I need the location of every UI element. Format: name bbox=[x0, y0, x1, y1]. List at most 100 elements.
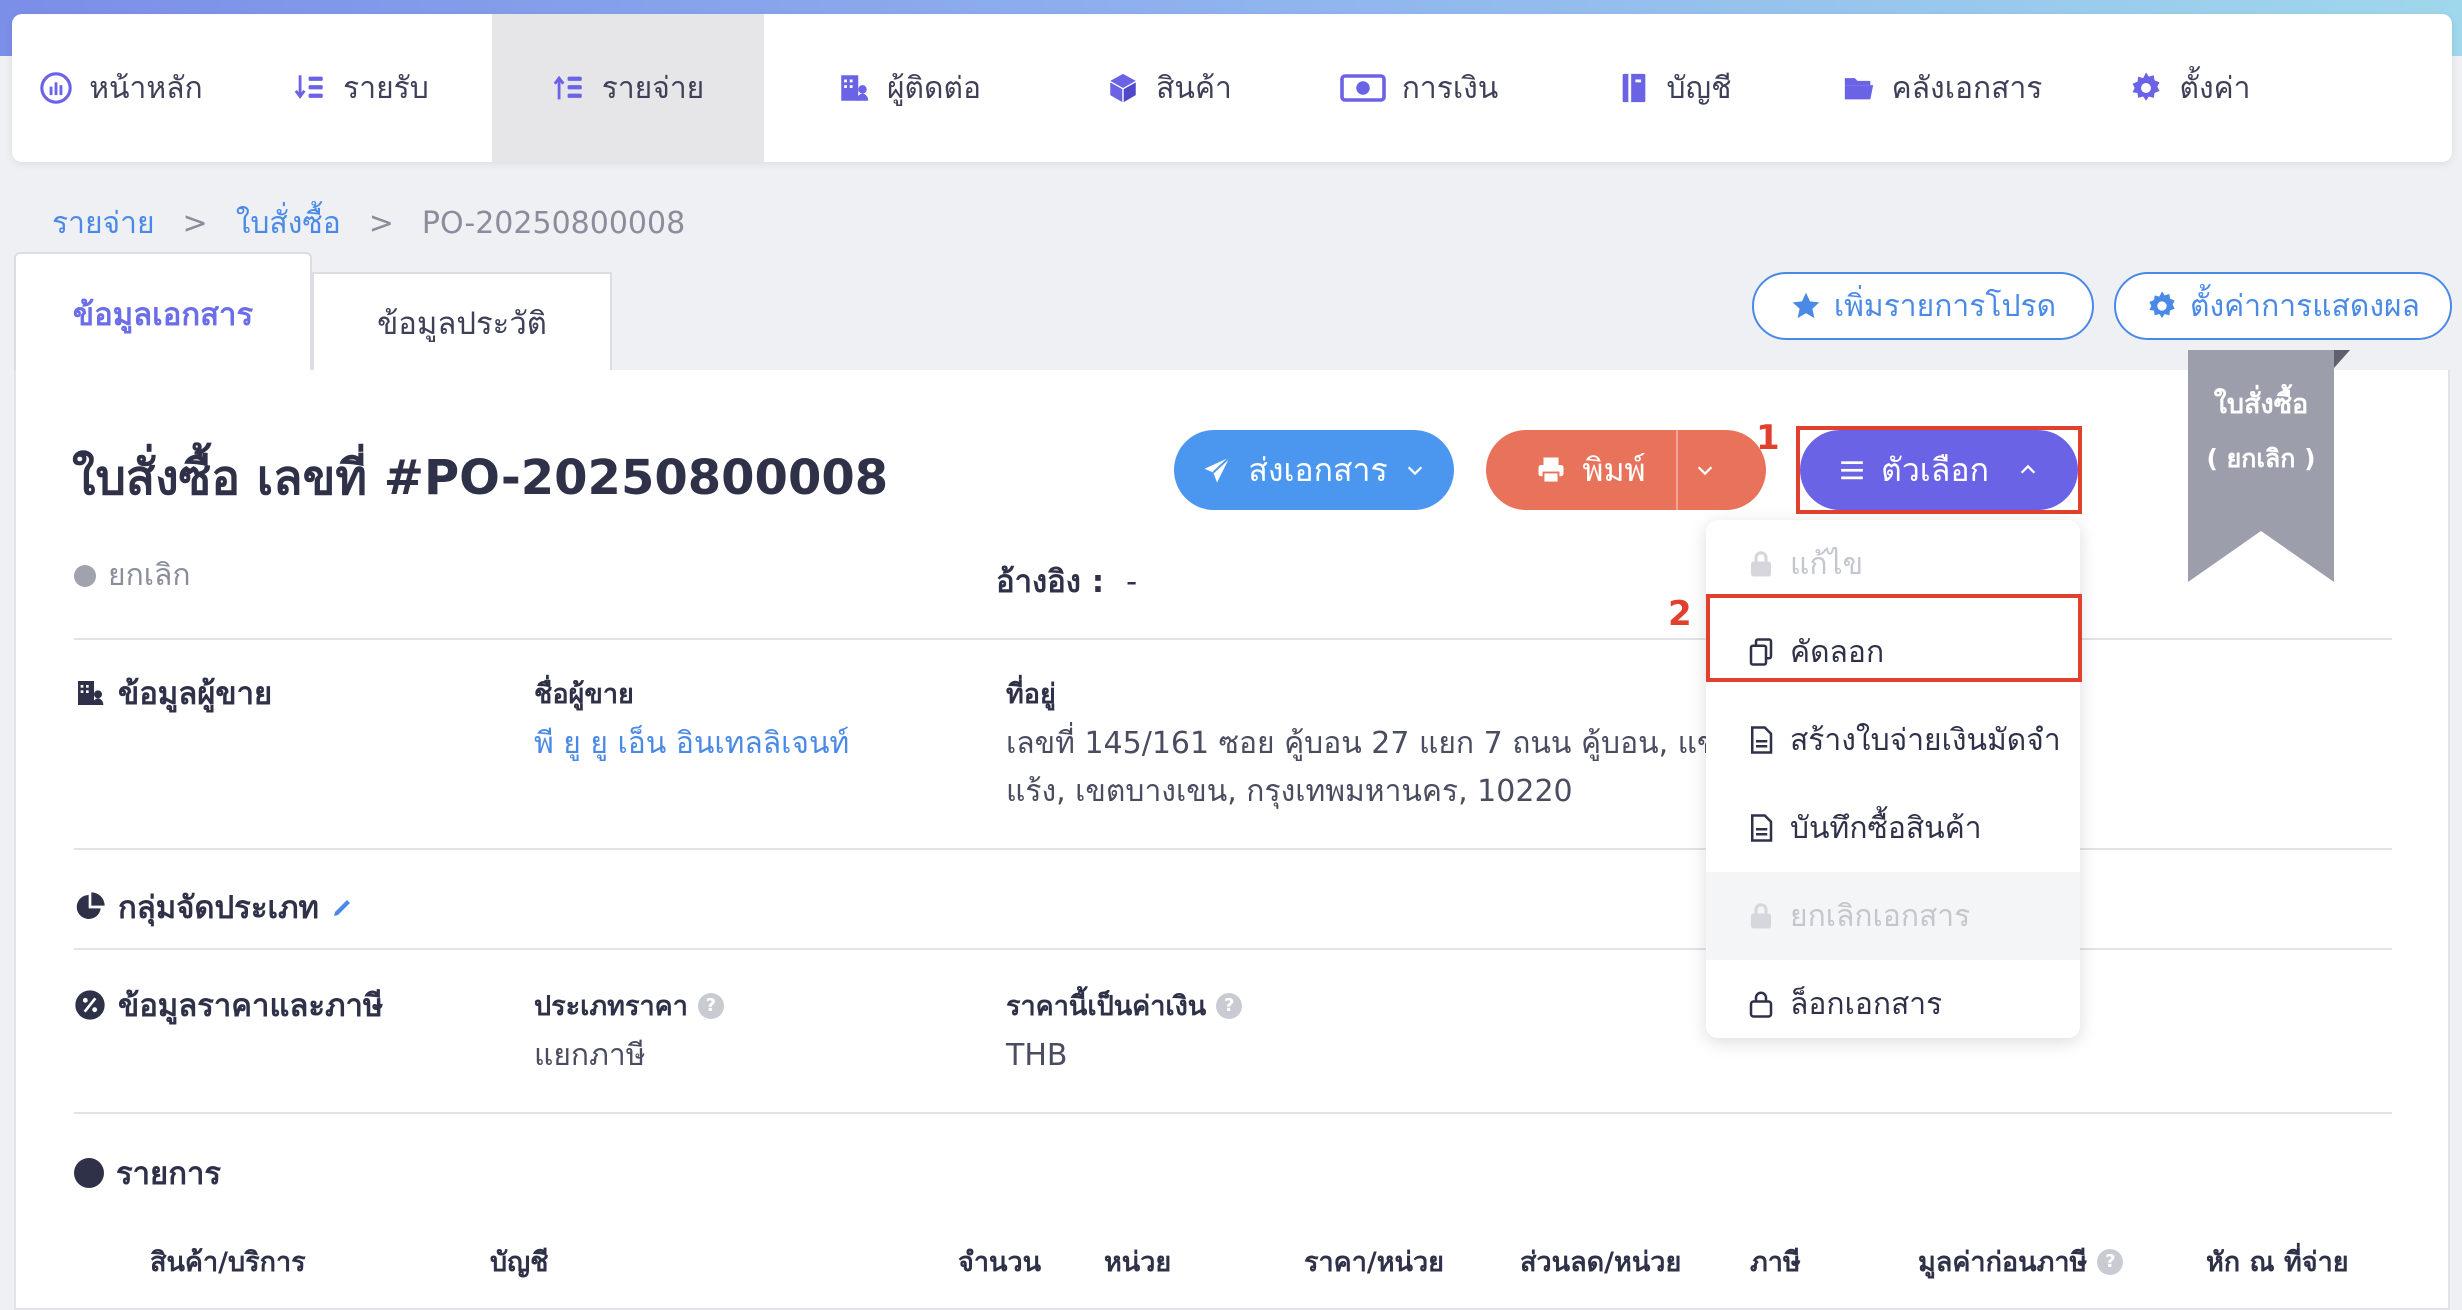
ribbon-fold bbox=[2334, 350, 2350, 368]
column-header-account: บัญชี bbox=[490, 1247, 549, 1278]
help-icon[interactable]: ? bbox=[697, 992, 724, 1019]
menu-item-cancel-document: ยกเลิกเอกสาร bbox=[1706, 872, 2080, 960]
pricing-section-title: ข้อมูลราคาและภาษี bbox=[74, 980, 383, 1030]
contacts-icon bbox=[837, 71, 871, 105]
currency-label-text: ราคานี้เป็นค่าเงิน bbox=[1006, 991, 1207, 1022]
highlight-box-copy bbox=[1706, 594, 2082, 682]
menu-item-edit-label: แก้ไข bbox=[1790, 546, 1864, 582]
price-type-label-text: ประเภทราคา bbox=[534, 991, 688, 1022]
dashboard-icon bbox=[39, 71, 73, 105]
nav-label: สินค้า bbox=[1156, 70, 1232, 106]
category-section-label: กลุ่มจัดประเภท bbox=[118, 890, 319, 926]
nav-item-products[interactable]: สินค้า bbox=[1054, 14, 1284, 162]
print-label: พิมพ์ bbox=[1582, 450, 1646, 489]
nav-item-accounting[interactable]: บัญชี bbox=[1554, 14, 1794, 162]
items-section-title: รายการ bbox=[74, 1148, 221, 1198]
menu-item-record-purchase-label: บันทึกซื้อสินค้า bbox=[1790, 810, 1982, 846]
building-icon bbox=[78, 681, 104, 705]
column-header-tax: ภาษี bbox=[1750, 1247, 1801, 1278]
edit-pencil-icon[interactable] bbox=[331, 895, 355, 919]
status-indicator: ยกเลิก bbox=[74, 552, 191, 599]
star-icon bbox=[1792, 292, 1820, 319]
column-header-quantity: จำนวน bbox=[958, 1247, 1042, 1278]
pie-chart-icon bbox=[76, 892, 105, 919]
breadcrumb: รายจ่าย > ใบสั่งซื้อ > PO-20250800008 bbox=[52, 200, 685, 247]
nav-label: คลังเอกสาร bbox=[1891, 70, 2043, 106]
send-document-button[interactable]: ส่งเอกสาร bbox=[1174, 430, 1454, 510]
nav-label: หน้าหลัก bbox=[89, 70, 203, 106]
display-settings-label: ตั้งค่าการแสดงผล bbox=[2190, 288, 2420, 324]
print-divider bbox=[1675, 430, 1678, 510]
document-icon bbox=[1746, 813, 1776, 843]
divider bbox=[74, 1112, 2392, 1114]
expense-icon bbox=[552, 71, 586, 105]
nav-label: บัญชี bbox=[1666, 70, 1732, 106]
printer-icon bbox=[1538, 457, 1564, 484]
tab-history-info[interactable]: ข้อมูลประวัติ bbox=[312, 272, 612, 372]
items-section-label: รายการ bbox=[116, 1156, 222, 1192]
address-label: ที่อยู่ bbox=[1006, 679, 1056, 710]
options-label: ตัวเลือก bbox=[1881, 450, 1989, 489]
tab-document-info[interactable]: ข้อมูลเอกสาร bbox=[14, 252, 312, 374]
nav-item-expense[interactable]: รายจ่าย bbox=[492, 14, 764, 162]
menu-icon bbox=[1841, 461, 1863, 480]
vendor-name-link[interactable]: พี ยู ยู เอ็น อินเทลลิเจนท์ bbox=[534, 720, 849, 768]
lock-outline-icon bbox=[1746, 989, 1776, 1019]
currency-label: ราคานี้เป็นค่าเงิน ? bbox=[1006, 984, 1243, 1027]
address-line-1: เลขที่ 145/161 ซอย คู้บอน 27 แยก 7 ถนน ค… bbox=[1006, 726, 1749, 761]
reference: อ้างอิง : - bbox=[996, 556, 1137, 606]
nav-item-contacts[interactable]: ผู้ติดต่อ bbox=[764, 14, 1054, 162]
nav-item-income[interactable]: รายรับ bbox=[230, 14, 492, 162]
pricing-section-label: ข้อมูลราคาและภาษี bbox=[118, 988, 384, 1024]
money-icon bbox=[1339, 71, 1386, 105]
gear-icon bbox=[2149, 291, 2175, 318]
breadcrumb-expense[interactable]: รายจ่าย bbox=[52, 200, 155, 247]
column-header-unit-price: ราคา/หน่วย bbox=[1304, 1247, 1444, 1278]
paper-plane-icon bbox=[1204, 456, 1231, 483]
chevron-up-icon bbox=[2020, 464, 2036, 474]
add-favorite-label: เพิ่มรายการโปรด bbox=[1833, 288, 2057, 324]
help-icon[interactable]: ? bbox=[2097, 1248, 2124, 1275]
chevron-down-icon bbox=[1407, 466, 1422, 476]
column-header-pre-tax-value: มูลค่าก่อนภาษี ? bbox=[1918, 1240, 2124, 1283]
breadcrumb-separator: > bbox=[182, 206, 208, 241]
nav-label: ตั้งค่า bbox=[2179, 70, 2251, 106]
options-button[interactable]: ตัวเลือก bbox=[1800, 430, 2078, 510]
category-section-title: กลุ่มจัดประเภท bbox=[74, 882, 355, 932]
help-icon[interactable]: ? bbox=[1216, 992, 1243, 1019]
reference-value: - bbox=[1125, 564, 1138, 600]
price-type-value: แยกภาษี bbox=[534, 1038, 646, 1073]
nav-item-documents[interactable]: คลังเอกสาร bbox=[1794, 14, 2090, 162]
ledger-icon bbox=[1617, 71, 1651, 105]
print-button[interactable]: พิมพ์ bbox=[1486, 430, 1766, 510]
nav-item-home[interactable]: หน้าหลัก bbox=[12, 14, 230, 162]
page-title: ใบสั่งซื้อ เลขที่ #PO-20250800008 bbox=[72, 450, 889, 506]
items-bullet-icon bbox=[74, 1158, 104, 1188]
vendor-section-title: ข้อมูลผู้ขาย bbox=[74, 668, 272, 718]
menu-item-create-deposit-label: สร้างใบจ่ายเงินมัดจำ bbox=[1790, 722, 2061, 758]
nav-label: การเงิน bbox=[1401, 70, 1499, 106]
reference-label: อ้างอิง : bbox=[996, 564, 1105, 600]
chevron-down-icon[interactable] bbox=[1694, 459, 1716, 481]
column-header-discount: ส่วนลด/หน่วย bbox=[1520, 1247, 1682, 1278]
nav-label: รายจ่าย bbox=[601, 70, 705, 106]
box-icon bbox=[1106, 71, 1140, 105]
document-icon bbox=[1746, 725, 1776, 755]
step-number-2: 2 bbox=[1668, 594, 1692, 634]
menu-item-create-deposit[interactable]: สร้างใบจ่ายเงินมัดจำ bbox=[1706, 696, 2080, 784]
display-settings-button[interactable]: ตั้งค่าการแสดงผล bbox=[2114, 272, 2452, 340]
nav-label: รายรับ bbox=[343, 70, 429, 106]
price-type-label: ประเภทราคา ? bbox=[534, 984, 724, 1027]
menu-item-lock-document-label: ล็อกเอกสาร bbox=[1790, 986, 1943, 1022]
menu-item-record-purchase[interactable]: บันทึกซื้อสินค้า bbox=[1706, 784, 2080, 872]
menu-item-lock-document[interactable]: ล็อกเอกสาร bbox=[1706, 960, 2080, 1038]
pre-tax-value-label: มูลค่าก่อนภาษี bbox=[1918, 1247, 2088, 1278]
percent-badge-icon bbox=[75, 990, 105, 1020]
send-document-label: ส่งเอกสาร bbox=[1248, 450, 1388, 489]
main-navbar: หน้าหลัก รายรับ รายจ่าย ผู้ติดต่อ สินค้า… bbox=[12, 14, 2452, 162]
nav-item-settings[interactable]: ตั้งค่า bbox=[2090, 14, 2290, 162]
nav-item-finance[interactable]: การเงิน bbox=[1284, 14, 1554, 162]
breadcrumb-purchase-order[interactable]: ใบสั่งซื้อ bbox=[236, 200, 341, 247]
nav-label: ผู้ติดต่อ bbox=[886, 70, 982, 106]
add-favorite-button[interactable]: เพิ่มรายการโปรด bbox=[1752, 272, 2094, 340]
